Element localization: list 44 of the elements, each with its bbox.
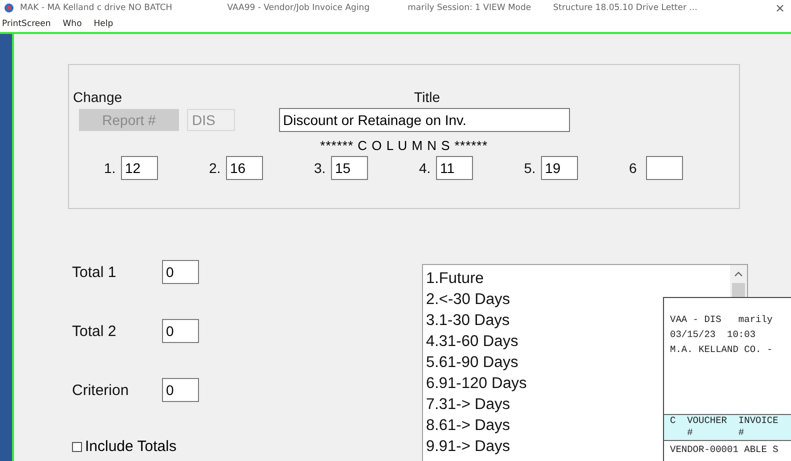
change-label: Change [73,89,122,105]
total-field[interactable]: 0 [162,319,199,343]
column-label: 5. [524,160,537,176]
header-line: # # [686,427,746,439]
total-label: Criterion [72,382,130,398]
menu-item[interactable]: PrintScreen [2,19,51,29]
column-label: 3. [314,160,327,176]
column-field[interactable]: 16 [226,156,263,180]
column-field[interactable]: 19 [541,156,578,180]
total-field[interactable]: 0 [162,378,199,402]
total-field[interactable]: 0 [162,260,199,284]
column-label: 4. [419,160,432,176]
column-label: 6 [629,160,638,176]
close-button[interactable]: × [774,1,785,15]
total-label: Total 1 [72,264,118,280]
column-field[interactable] [646,156,683,180]
list-item[interactable]: 5.61-90 Days [426,352,518,373]
list-item[interactable]: 3.1-30 Days [426,310,510,331]
window-title: marily Session: 1 VIEW Mode [408,3,532,13]
include-totals-checkbox[interactable] [72,442,82,452]
menu-item[interactable]: Who [62,19,82,29]
list-item[interactable]: 2.<-30 Days [426,289,510,310]
column-label: 1. [104,160,117,176]
window-title: VAA99 - Vendor/Job Invoice Aging [227,3,370,13]
column-field[interactable]: 11 [436,156,473,180]
window-title: MAK - MA Kelland c drive NO BATCH [20,3,172,13]
list-item[interactable]: 6.91-120 Days [426,373,527,394]
columns-heading: ****** C O L U M N S ****** [320,138,488,153]
column-field[interactable]: 12 [121,156,158,180]
list-item[interactable]: 7.31-> Days [426,394,510,415]
total-label: Total 2 [72,322,118,340]
column-field[interactable]: 15 [331,156,368,180]
title-field[interactable]: Discount or Retainage on Inv. [279,108,570,132]
include-totals-label: Include Totals [85,438,176,455]
column-label: 2. [209,160,222,176]
list-item[interactable]: 4.31-60 Days [426,331,518,352]
app-icon [4,3,14,13]
scroll-up-icon[interactable] [734,271,743,277]
list-item[interactable]: 9.91-> Days [426,436,510,457]
list-item[interactable]: 8.61-> Days [426,415,510,436]
list-item[interactable]: 1.Future [426,268,484,289]
title-label: Title [414,89,440,105]
menu-item[interactable]: Help [94,19,114,29]
window-title: Structure 18.05.10 Drive Letter ... [553,3,698,13]
